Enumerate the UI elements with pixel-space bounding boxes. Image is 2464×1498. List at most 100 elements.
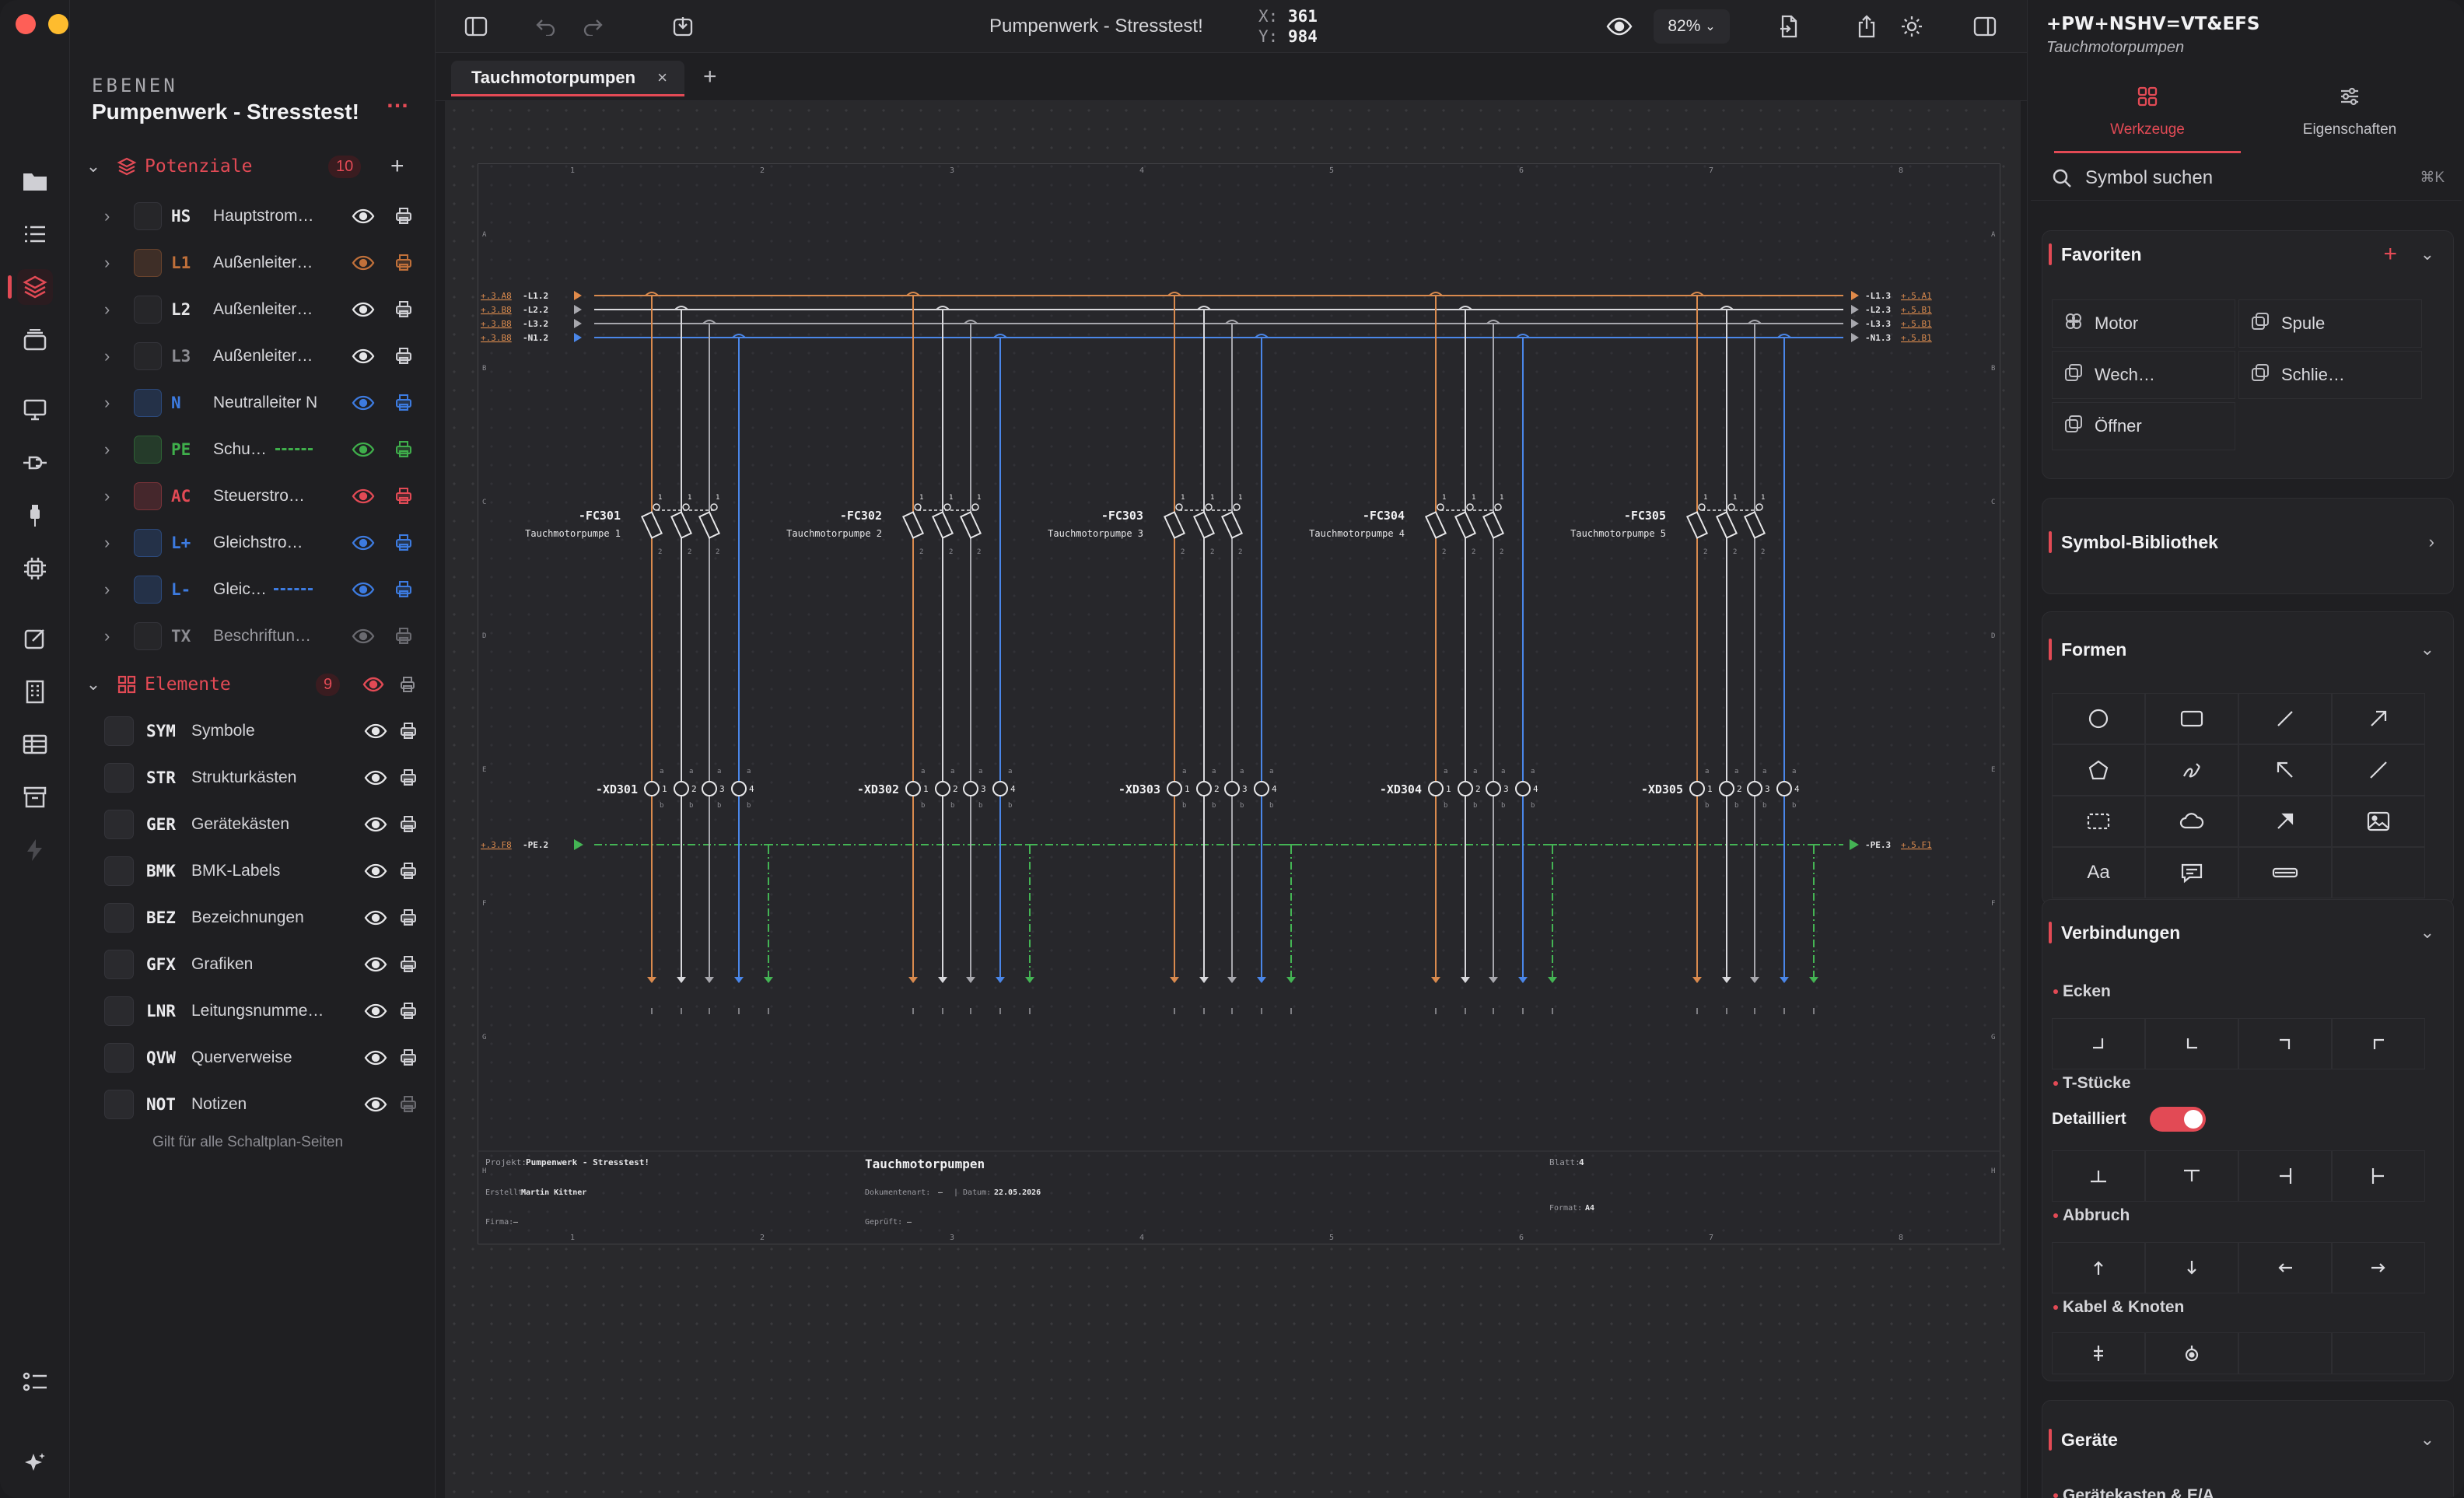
- break-down-tool[interactable]: [2145, 1242, 2238, 1293]
- export-file-icon[interactable]: [1775, 12, 1803, 40]
- layer-checkbox[interactable]: [104, 856, 134, 886]
- eye-icon[interactable]: [352, 395, 375, 411]
- chevron-right-icon[interactable]: ›: [104, 253, 110, 273]
- circle-tool[interactable]: [2052, 693, 2145, 744]
- close-window-button[interactable]: [16, 14, 36, 34]
- eye-icon[interactable]: [364, 910, 387, 926]
- color-swatch[interactable]: [134, 202, 162, 230]
- eye-icon[interactable]: [364, 770, 387, 786]
- chevron-down-icon[interactable]: ⌄: [2420, 922, 2434, 943]
- printer-icon[interactable]: [394, 299, 414, 320]
- eye-icon[interactable]: [352, 535, 375, 551]
- element-row-bmk[interactable]: BMK BMK-Labels: [70, 848, 436, 894]
- more-menu-button[interactable]: …: [386, 87, 409, 114]
- chevron-right-icon[interactable]: ›: [104, 579, 110, 600]
- eye-icon[interactable]: [352, 582, 375, 597]
- tee-left-tool[interactable]: [2238, 1150, 2332, 1202]
- color-swatch[interactable]: [134, 482, 162, 510]
- break-up-tool[interactable]: [2052, 1242, 2145, 1293]
- add-favorite-button[interactable]: +: [2383, 241, 2397, 268]
- eye-icon[interactable]: [352, 442, 375, 457]
- eye-icon[interactable]: [364, 957, 387, 972]
- search-input[interactable]: Symbol suchen: [2085, 167, 2213, 189]
- rectangle-tool[interactable]: [2145, 693, 2238, 744]
- inspector-toggle-icon[interactable]: [1971, 12, 1999, 40]
- text-tool[interactable]: Aa: [2052, 847, 2145, 898]
- eye-icon[interactable]: [352, 302, 375, 317]
- layer-checkbox[interactable]: [104, 763, 134, 793]
- gear-icon[interactable]: [1898, 12, 1926, 40]
- layer-checkbox[interactable]: [104, 950, 134, 979]
- folder-icon[interactable]: [17, 163, 53, 199]
- layer-checkbox[interactable]: [104, 1043, 134, 1073]
- list-icon[interactable]: [17, 216, 53, 252]
- group-elements[interactable]: ⌄ Elemente 9: [70, 663, 436, 706]
- undo-icon[interactable]: [532, 12, 560, 40]
- arrow-tool[interactable]: [2332, 693, 2425, 744]
- edit-icon[interactable]: [17, 621, 53, 656]
- printer-icon[interactable]: [398, 1094, 418, 1115]
- color-swatch[interactable]: [134, 342, 162, 370]
- stack-icon[interactable]: [17, 322, 53, 358]
- layer-checkbox[interactable]: [104, 996, 134, 1026]
- table-icon[interactable]: [17, 726, 53, 762]
- potential-row-l1[interactable]: › L1 Außenleiter…: [70, 240, 436, 286]
- element-row-not[interactable]: NOT Notizen: [70, 1081, 436, 1128]
- eye-icon[interactable]: [364, 1050, 387, 1066]
- chevron-right-icon[interactable]: ›: [104, 626, 110, 646]
- eye-icon[interactable]: [364, 817, 387, 832]
- printer-icon[interactable]: [398, 768, 418, 788]
- chevron-down-icon[interactable]: ⌄: [70, 674, 117, 695]
- devices-header[interactable]: Geräte ⌄: [2042, 1416, 2453, 1463]
- chevron-right-icon[interactable]: ›: [104, 346, 110, 366]
- eye-icon[interactable]: [352, 255, 375, 271]
- layer-checkbox[interactable]: [104, 810, 134, 839]
- color-swatch[interactable]: [134, 529, 162, 557]
- building-icon[interactable]: [17, 674, 53, 709]
- color-swatch[interactable]: [134, 622, 162, 650]
- chevron-right-icon[interactable]: ›: [2429, 532, 2434, 552]
- arrow-back-tool[interactable]: [2238, 744, 2332, 796]
- redo-icon[interactable]: [579, 12, 607, 40]
- favorite-item[interactable]: Wech…: [2052, 351, 2235, 399]
- tab-tools[interactable]: Werkzeuge: [2054, 86, 2241, 153]
- element-row-ger[interactable]: GER Gerätekästen: [70, 801, 436, 848]
- save-icon[interactable]: [669, 12, 697, 40]
- group-potentials[interactable]: ⌄ Potenziale 10 +: [70, 145, 436, 188]
- library-card[interactable]: Symbol-Bibliothek ›: [2042, 498, 2454, 594]
- polygon-tool[interactable]: [2052, 744, 2145, 796]
- add-tab-button[interactable]: +: [703, 64, 717, 90]
- add-potential-button[interactable]: +: [390, 153, 404, 180]
- favorite-item[interactable]: Motor: [2052, 299, 2235, 348]
- printer-icon[interactable]: [398, 721, 418, 741]
- eye-icon[interactable]: [352, 348, 375, 364]
- potential-row-l3[interactable]: › L3 Außenleiter…: [70, 333, 436, 380]
- library-header[interactable]: Symbol-Bibliothek ›: [2042, 519, 2453, 565]
- chevron-right-icon[interactable]: ›: [104, 299, 110, 320]
- checklist-icon[interactable]: [17, 1364, 53, 1400]
- comment-tool[interactable]: [2145, 847, 2238, 898]
- potential-row-hs[interactable]: › HS Hauptstrom…: [70, 193, 436, 240]
- color-swatch[interactable]: [134, 576, 162, 604]
- zoom-select[interactable]: 82% ⌄: [1654, 9, 1730, 44]
- sidebar-toggle-icon[interactable]: [462, 12, 490, 40]
- line-tool[interactable]: [2238, 693, 2332, 744]
- selection-rect-tool[interactable]: [2052, 796, 2145, 847]
- printer-icon[interactable]: [394, 486, 414, 506]
- pointer-arrow-tool[interactable]: [2238, 796, 2332, 847]
- chevron-down-icon[interactable]: ⌄: [70, 156, 117, 177]
- eye-icon[interactable]: [352, 208, 375, 224]
- chevron-right-icon[interactable]: ›: [104, 486, 110, 506]
- schematic-svg[interactable]: 1 1 2 2 3 3 4 4 5 5 6 6 7 7 8 8 A A B B C C D D E E F F G G H H +.3.A8 -L…: [477, 163, 2001, 1245]
- minimize-window-button[interactable]: [48, 14, 68, 34]
- color-swatch[interactable]: [134, 296, 162, 324]
- corner-tr-tool[interactable]: [2238, 1018, 2332, 1069]
- potential-row-pe[interactable]: › PE Schu…: [70, 426, 436, 473]
- corner-tl-tool[interactable]: [2332, 1018, 2425, 1069]
- element-row-qvw[interactable]: QVW Querverweise: [70, 1034, 436, 1081]
- printer-icon[interactable]: [394, 253, 414, 273]
- printer-icon[interactable]: [394, 346, 414, 366]
- color-swatch[interactable]: [134, 436, 162, 464]
- connections-header[interactable]: Verbindungen ⌄: [2042, 909, 2453, 956]
- tab-properties[interactable]: Eigenschaften: [2256, 86, 2443, 138]
